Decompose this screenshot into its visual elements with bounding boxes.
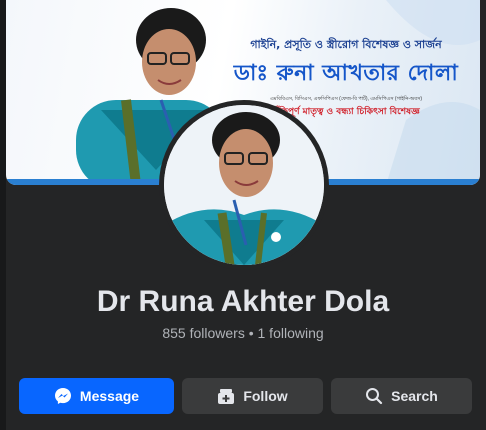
search-button[interactable]: Search — [331, 378, 472, 414]
message-button[interactable]: Message — [19, 378, 174, 414]
profile-picture-ring[interactable] — [159, 100, 329, 270]
search-label: Search — [391, 388, 438, 404]
follow-button[interactable]: Follow — [182, 378, 323, 414]
message-label: Message — [79, 388, 140, 404]
messenger-icon — [54, 387, 72, 405]
follow-label: Follow — [243, 388, 288, 404]
profile-name: Dr Runa Akhter Dola — [96, 285, 390, 318]
follow-icon — [217, 387, 235, 405]
cover-doctor-name: ডাঃ রুনা আখতার দোলা — [233, 61, 459, 86]
follower-stats[interactable]: 855 followers • 1 following — [0, 325, 486, 341]
profile-picture[interactable] — [164, 105, 324, 265]
cover-specialty: গাইনি, প্রসূতি ও স্ত্রীরোগ বিশেষজ্ঞ ও সা… — [250, 38, 442, 51]
search-icon — [365, 387, 383, 405]
avatar-art — [164, 105, 324, 265]
